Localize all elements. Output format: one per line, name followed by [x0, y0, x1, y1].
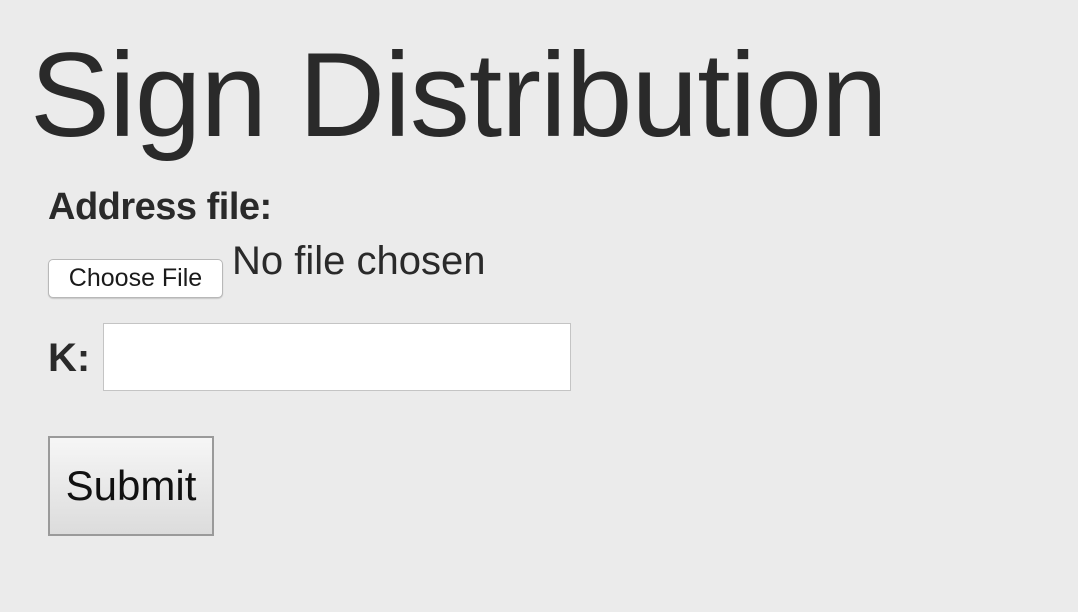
choose-file-button[interactable]: Choose File: [48, 259, 223, 298]
k-label: K:: [48, 336, 91, 380]
address-file-label: Address file:: [48, 186, 272, 228]
k-input[interactable]: [103, 323, 571, 391]
page-title: Sign Distribution: [30, 28, 888, 162]
submit-button[interactable]: Submit: [48, 436, 214, 536]
file-status-text: No file chosen: [232, 239, 486, 283]
page: Sign Distribution Address file: Choose F…: [0, 0, 1078, 612]
